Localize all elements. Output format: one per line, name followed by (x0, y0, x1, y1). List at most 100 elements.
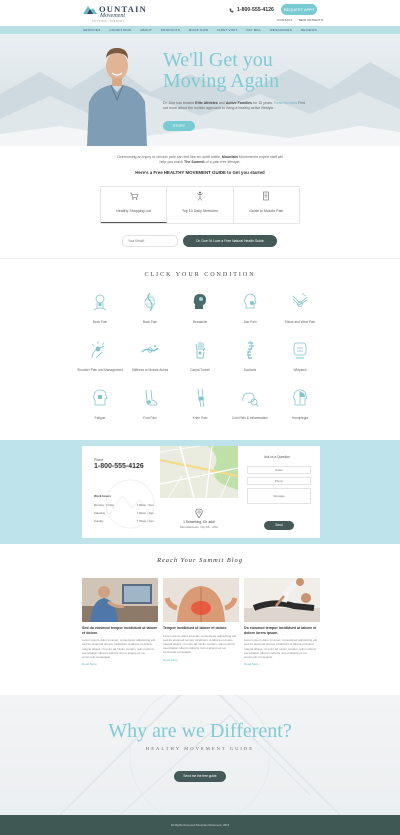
logo-tagline: PHYSICAL THERAPY (92, 20, 125, 23)
condition-hemiplegia[interactable]: Hemiplegia (275, 388, 325, 420)
therapy-photo (244, 578, 320, 622)
blog-post-image[interactable] (82, 578, 158, 622)
office-photo (82, 578, 158, 622)
new-patients-link[interactable]: NEW PATIENTS (299, 18, 323, 22)
hours-row: Monday - Friday 7:00am - 5pm (94, 503, 154, 507)
blog-post-excerpt: Lorem ipsum dolor sit amet, consectetur … (244, 638, 317, 659)
hero-section: We'll Get you Moving Again Dr. Doe has t… (0, 34, 400, 146)
condition-scoliosis[interactable]: Scoliosis (225, 340, 275, 372)
read-more-link[interactable]: Read More (244, 662, 320, 666)
nav-item-services[interactable]: SERVICES (83, 28, 101, 32)
condition-elbow-wrist-pain[interactable]: Elbow and Wrist Pain (275, 292, 325, 324)
message-field[interactable] (247, 488, 311, 504)
phone-field[interactable] (247, 477, 311, 485)
condition-cold-pain[interactable]: Cold Pain & Inflammation (225, 388, 275, 420)
condition-stiffness[interactable]: Stiffness or Muscle Aches (125, 340, 175, 372)
blog-post[interactable]: Do eiusmod tempor incididunt ut labore e… (244, 578, 320, 666)
blog-post-title[interactable]: Tempor incididunt ut labore et dolore. (163, 626, 239, 631)
read-more-link[interactable]: Read More (82, 662, 158, 666)
hero-description: Dr. Doe has treated Elite Athletes and A… (163, 101, 306, 110)
nav-item-about[interactable]: ABOUT (140, 28, 152, 32)
send-guide-button[interactable]: Send me the free guide (174, 771, 226, 782)
hero-title: We'll Get you Moving Again (163, 50, 343, 92)
hero-title-line1: We'll Get you (163, 49, 273, 71)
contact-phone[interactable]: 1-800-555-4126 (94, 463, 144, 470)
phone-icon (229, 8, 234, 12)
blog-title: Reach Your Summit Blog (157, 557, 243, 564)
shoulder-icon (91, 341, 105, 359)
header-phone[interactable]: 1-800-555-4126 (229, 7, 274, 13)
location-map[interactable] (160, 446, 238, 498)
read-more-link[interactable]: Read More (163, 658, 239, 662)
scoliosis-icon (247, 340, 254, 360)
condition-headache[interactable]: Headache (175, 292, 225, 324)
inflammation-icon (242, 392, 259, 407)
logo-text: OUNTAIN (99, 4, 147, 14)
blog-post-title[interactable]: Sed do eiusmod tempor incididunt ut labo… (82, 626, 158, 635)
neck-icon (93, 294, 107, 311)
condition-shoulder-pain[interactable]: Shoulder Pain and Management (75, 340, 125, 372)
conditions-title: CLICK YOUR CONDITION (144, 272, 256, 278)
nav-item-conditions[interactable]: CONDITIONS (109, 28, 131, 32)
condition-carpal-tunnel[interactable]: Carpal Tunnel (175, 340, 225, 372)
head-icon (193, 294, 206, 309)
map-graphic (160, 446, 238, 498)
stretch-icon (196, 191, 204, 201)
hours-row: Sunday 7:00am - 2pm (94, 519, 154, 523)
elbow-icon (292, 292, 308, 307)
tab-daily-stretches[interactable]: Top 10 Daily Stretches (167, 187, 234, 223)
condition-jaw-pain[interactable]: Jaw Pain (225, 292, 275, 324)
main-nav: SERVICES CONDITIONS ABOUT PRODUCTS BOOK … (0, 26, 400, 34)
why-title: Why are we Different? (108, 720, 292, 742)
nav-item-products[interactable]: PRODUCTS (161, 28, 180, 32)
header-sub-links: CONTACT NEW PATIENTS (277, 18, 323, 22)
condition-knee-pain[interactable]: Knee Pain (175, 388, 225, 420)
contact-link[interactable]: CONTACT (277, 18, 293, 22)
nav-item-resources[interactable]: RESOURCES (270, 28, 292, 32)
blog-post[interactable]: Sed do eiusmod tempor incididunt ut labo… (82, 578, 158, 666)
nav-item-reviews[interactable]: REVIEWS (301, 28, 317, 32)
intro-text: Overcoming an injury or chronic pain can… (117, 155, 283, 165)
condition-foot-pain[interactable]: Foot Pain (125, 388, 175, 420)
tab-muscle-pain[interactable]: Guide to Muscle Pain (234, 187, 299, 223)
phone-label: Phone (94, 458, 104, 462)
blog-post-image[interactable] (163, 578, 239, 622)
free-guide-button[interactable]: Dr. Doe I'd Love a Free Natural Health G… (183, 235, 277, 247)
mountain-watermark (59, 695, 341, 815)
spine-icon (144, 292, 156, 312)
blog-post[interactable]: Tempor incididunt ut labore et dolore. L… (163, 578, 239, 662)
tab-shopping-list[interactable]: Healthy Shopping List (101, 187, 168, 223)
hand-icon (195, 342, 206, 359)
blog-post-image[interactable] (244, 578, 320, 622)
condition-back-pain[interactable]: Back Pain (125, 292, 175, 324)
page: OUNTAIN Movement PHYSICAL THERAPY 1-800-… (0, 0, 400, 835)
blog-post-title[interactable]: Do eiusmod tempor incididunt ut labore e… (244, 626, 320, 635)
hero-title-line2: Moving Again (163, 70, 280, 92)
nav-item-first-visit[interactable]: FIRST VISIT (217, 28, 237, 32)
nav-item-book-now[interactable]: BOOK NOW (189, 28, 208, 32)
hours-row: Saturday 7:00am - 2pm (94, 511, 154, 515)
blog-post-excerpt: Lorem ipsum dolor sit amet, consectetur … (163, 633, 236, 655)
why-subtitle: HEALTHY MOVEMENT GUIDE (145, 746, 255, 751)
condition-whiplash[interactable]: Whiplash (275, 340, 325, 372)
address-panel: 1 Something, Str. addr Mountaintown, Cit… (160, 498, 238, 538)
name-field[interactable] (247, 466, 311, 474)
location-pin-icon (195, 508, 203, 518)
fatigue-icon (93, 389, 108, 406)
mountain-logo-icon (83, 6, 97, 14)
condition-fatigue[interactable]: Fatigue (75, 388, 125, 420)
condition-neck-pain[interactable]: Neck Pain (75, 292, 125, 324)
email-input[interactable] (122, 235, 178, 247)
read-reviews-link[interactable]: Read Reviews (274, 101, 297, 105)
header-phone-number: 1-800-555-4126 (237, 7, 274, 13)
contact-hours-panel: Phone 1-800-555-4126 Work Hours Monday -… (82, 446, 160, 538)
site-footer: All Rights Reserved Mountain Movement, 2… (0, 815, 400, 835)
cart-icon (129, 192, 139, 200)
send-button[interactable]: Send (264, 521, 294, 530)
foot-icon (145, 389, 158, 406)
nav-item-pay-bill[interactable]: PAY BILL (246, 28, 261, 32)
hero-story-button[interactable]: STORY (163, 121, 195, 131)
request-appt-button[interactable]: REQUEST APPT (281, 4, 317, 15)
jaw-icon (244, 293, 257, 309)
work-hours-title: Work Hours (94, 494, 111, 498)
